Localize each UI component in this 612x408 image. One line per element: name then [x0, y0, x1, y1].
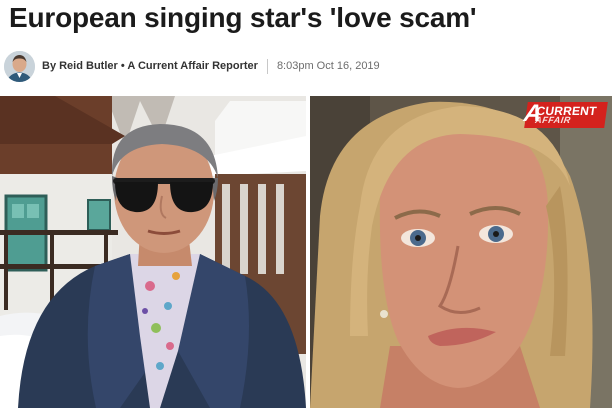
byline-text[interactable]: By Reid Butler • A Current Affair Report… — [42, 60, 258, 72]
author-avatar[interactable] — [4, 50, 35, 82]
woman-portrait-photo — [310, 96, 612, 408]
man-with-sunglasses-photo — [0, 96, 306, 408]
article-headline: European singing star's 'love scam' — [9, 2, 477, 33]
photo-singer — [0, 96, 306, 408]
author-byline: By Reid Butler • A Current Affair Report… — [4, 50, 608, 82]
current-affair-logo: A CURRENT AFFAIR — [522, 100, 608, 128]
byline-divider — [266, 58, 268, 74]
logo-line2: AFFAIR — [534, 115, 572, 125]
publish-timestamp: 8:03pm Oct 16, 2019 — [276, 60, 380, 72]
photo-woman: A CURRENT AFFAIR — [310, 96, 612, 408]
